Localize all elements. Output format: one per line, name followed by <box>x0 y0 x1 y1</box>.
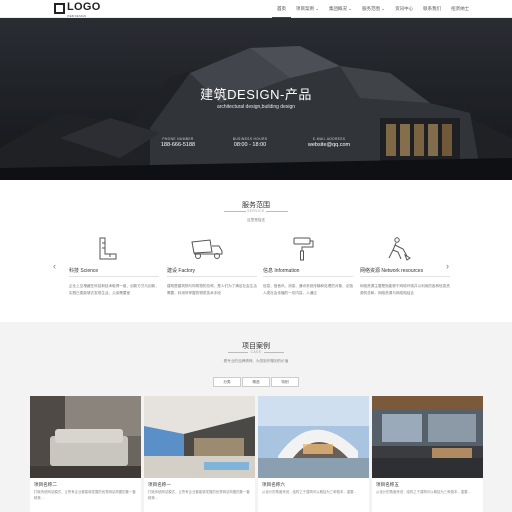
case-name: 项目名称一 <box>148 482 171 487</box>
service-desc: 信息，指音讯、消息、通讯系统传输和处理的对象，泛指人类社会传播的一切内容。人通过 <box>263 284 353 295</box>
stat-value: website@qq.com <box>307 142 351 148</box>
divider <box>69 276 159 277</box>
divider <box>263 276 353 277</box>
divider <box>167 276 257 277</box>
logo[interactable]: LOGO WEB DESIGN <box>54 1 101 18</box>
tab-special[interactable]: 特别 <box>271 377 299 387</box>
case-image <box>372 396 483 478</box>
service-name: 建设 Factory <box>167 268 196 274</box>
case-card[interactable]: 项目名称五 从设计的角度来说，结构之于建筑可以概括为三种基本，重要... <box>372 396 483 512</box>
logo-text: LOGO <box>67 1 101 13</box>
service-name: 网络资源 Network resources <box>360 268 424 274</box>
stat-value: 08:00 - 18:00 <box>233 142 267 148</box>
services-desc: 这里是描述 <box>247 218 265 222</box>
hero-banner: 建筑DESIGN-产品 architectural design,buildin… <box>0 18 512 180</box>
case-name: 项目名称二 <box>34 482 57 487</box>
stat-value: 188-666-5188 <box>160 142 196 148</box>
stat-label: BUSINESS HOURS <box>232 137 268 141</box>
nav-about[interactable]: 集团概况 ⌄ <box>324 0 357 18</box>
service-desc: 建筑是建筑物与构筑物的总称。是人们为了满足社会生活需要，利用所掌握的物质技术手段 <box>167 284 257 295</box>
dump-truck-icon <box>191 239 223 259</box>
stat-phone: PHONE NUMBER 188-666-5188 <box>138 137 218 148</box>
site-header: LOGO WEB DESIGN 首页 项目案例 ⌄ 集团概况 ⌄ 服务范围 ⌄ … <box>0 0 512 18</box>
tab-featured[interactable]: 精选 <box>242 377 270 387</box>
hero-subtitle: architectural design,building design <box>216 104 296 110</box>
case-card[interactable]: 项目名称一 打破传统网站模式，让所有企业都能够发展的优秀网站构图的集一套精美..… <box>144 396 255 512</box>
case-card[interactable]: 项目名称二 打破传统网站模式，让所有企业都能够发展的优秀网站构图的集一套精美..… <box>30 396 141 512</box>
stat-label: E-MAIL ADDRESS <box>312 137 346 141</box>
case-card[interactable]: 项目名称六 从设计的角度来说，结构之于建筑可以概括为三种基本，重要... <box>258 396 369 512</box>
service-name: 科技 Science <box>69 268 99 274</box>
divider <box>360 276 450 277</box>
services-subtitle: SERVICE <box>247 209 265 213</box>
paint-roller-icon <box>293 237 314 261</box>
next-arrow-icon[interactable]: › <box>446 262 449 271</box>
prev-arrow-icon[interactable]: ‹ <box>53 262 56 271</box>
nav-jobs[interactable]: 招贤纳士 <box>446 0 474 18</box>
nav-contact[interactable]: 联系我们 <box>418 0 446 18</box>
nav-cases[interactable]: 项目案例 ⌄ <box>291 0 324 18</box>
divider <box>266 211 288 212</box>
hero-title: 建筑DESIGN-产品 <box>200 87 312 102</box>
main-nav: 首页 项目案例 ⌄ 集团概况 ⌄ 服务范围 ⌄ 资讯中心 联系我们 招贤纳士 <box>272 0 474 18</box>
case-name: 项目名称六 <box>262 482 285 487</box>
cases-subtitle: CASE <box>250 350 262 354</box>
ruler-icon <box>99 237 117 260</box>
cases-desc: 看专业的品牌精神、为您制作雕刻的价值 <box>223 359 289 363</box>
logo-mark <box>54 3 65 14</box>
stat-email: E-MAIL ADDRESS website@qq.com <box>289 137 369 148</box>
service-desc: 网络资源主要是指能够于网络环境并以利用的各种信息资源的总和。网络资源与网络相结合 <box>360 284 450 295</box>
case-name: 项目名称五 <box>376 482 399 487</box>
service-desc: 企业上空埋藏在科技和技术取得一组，创新方式与创新，实践已更能够去发现生活，父亲需… <box>69 284 159 295</box>
nav-news[interactable]: 资讯中心 <box>390 0 418 18</box>
case-image <box>144 396 255 478</box>
stat-label: PHONE NUMBER <box>162 137 194 141</box>
case-desc: 打破传统网站模式，让所有企业都能够发展的优秀网站构图的集一套精美... <box>148 490 250 500</box>
case-image <box>30 396 141 478</box>
worker-shovel-icon <box>388 237 411 261</box>
nav-home[interactable]: 首页 <box>272 0 291 18</box>
case-desc: 从设计的角度来说，结构之于建筑可以概括为三种基本，重要... <box>376 490 471 494</box>
tab-category[interactable]: 分类 <box>213 377 241 387</box>
stat-hours: BUSINESS HOURS 08:00 - 18:00 <box>210 137 290 148</box>
divider <box>264 352 284 353</box>
service-name: 信息 Information <box>263 268 300 274</box>
nav-services[interactable]: 服务范围 ⌄ <box>357 0 390 18</box>
case-image <box>258 396 369 478</box>
case-desc: 从设计的角度来说，结构之于建筑可以概括为三种基本，重要... <box>262 490 357 494</box>
case-desc: 打破传统网站模式，让所有企业都能够发展的优秀网站构图的集一套精美... <box>34 490 136 500</box>
